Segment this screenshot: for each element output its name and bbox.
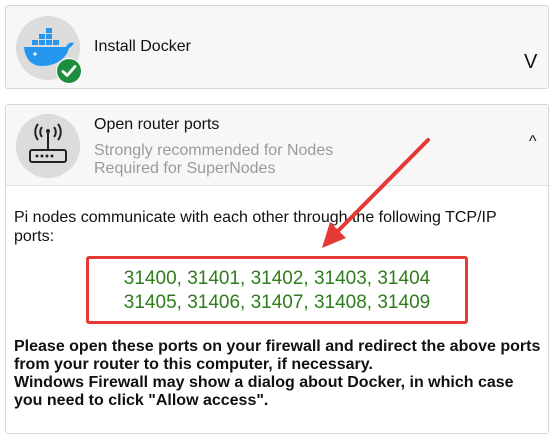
annotation-arrow-icon xyxy=(322,138,430,248)
